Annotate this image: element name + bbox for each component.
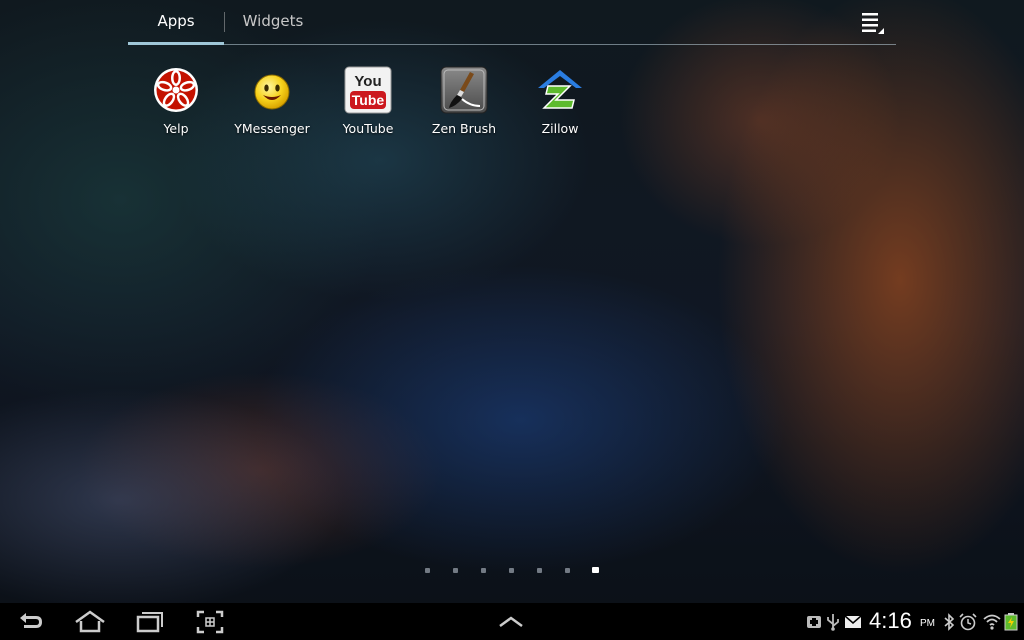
app-label: YouTube	[342, 121, 394, 136]
back-icon	[20, 613, 42, 628]
zillow-icon	[538, 70, 582, 109]
tab-apps[interactable]: Apps	[128, 0, 224, 45]
page-dot-active[interactable]	[592, 567, 599, 573]
menu-icon	[862, 13, 884, 34]
tab-divider	[224, 12, 225, 32]
chevron-up-icon	[499, 616, 523, 628]
app-tray-button[interactable]	[496, 609, 526, 635]
app-zillow[interactable]: Zillow	[512, 62, 608, 142]
page-dot[interactable]	[537, 568, 542, 573]
overflow-menu-button[interactable]	[860, 10, 886, 36]
yelp-icon	[154, 68, 198, 112]
battery-charging-icon	[1004, 613, 1018, 631]
email-icon	[844, 615, 862, 628]
system-navigation-bar: 4:16 PM	[0, 603, 1024, 640]
app-label: Zillow	[541, 121, 579, 136]
apps-widgets-tabbar: Apps Widgets	[128, 0, 896, 45]
screenshot-button[interactable]	[195, 609, 225, 635]
status-ampm: PM	[920, 618, 935, 629]
recent-apps-icon	[136, 612, 163, 633]
app-ymessenger[interactable]: YMessenger	[224, 62, 320, 142]
page-dot[interactable]	[565, 568, 570, 573]
page-indicator	[420, 566, 610, 576]
page-dot[interactable]	[509, 568, 514, 573]
gamepad-icon	[807, 616, 821, 628]
usb-icon	[827, 614, 839, 631]
youtube-icon: You Tube	[344, 66, 392, 114]
bluetooth-icon	[944, 613, 955, 631]
screenshot-icon	[196, 610, 224, 634]
youtube-logo-tube: Tube	[352, 92, 385, 108]
home-button[interactable]	[74, 609, 105, 635]
youtube-logo-you: You	[354, 73, 381, 90]
recent-apps-button[interactable]	[135, 609, 165, 635]
ymessenger-icon	[254, 74, 290, 110]
alarm-icon	[959, 613, 977, 631]
app-zen-brush[interactable]: Zen Brush	[416, 62, 512, 142]
app-label: Yelp	[163, 121, 189, 136]
home-icon	[75, 610, 105, 633]
back-button[interactable]	[16, 609, 46, 635]
page-dot[interactable]	[481, 568, 486, 573]
app-label: Zen Brush	[431, 121, 497, 136]
status-clock[interactable]: 4:16	[869, 608, 912, 634]
wifi-icon	[983, 614, 1001, 630]
app-label: YMessenger	[234, 121, 310, 136]
app-yelp[interactable]: Yelp	[128, 62, 224, 142]
page-dot[interactable]	[425, 568, 430, 573]
tab-widgets[interactable]: Widgets	[228, 0, 318, 44]
page-dot[interactable]	[453, 568, 458, 573]
zen-brush-icon	[440, 66, 488, 114]
app-youtube[interactable]: You Tube YouTube	[320, 62, 416, 142]
